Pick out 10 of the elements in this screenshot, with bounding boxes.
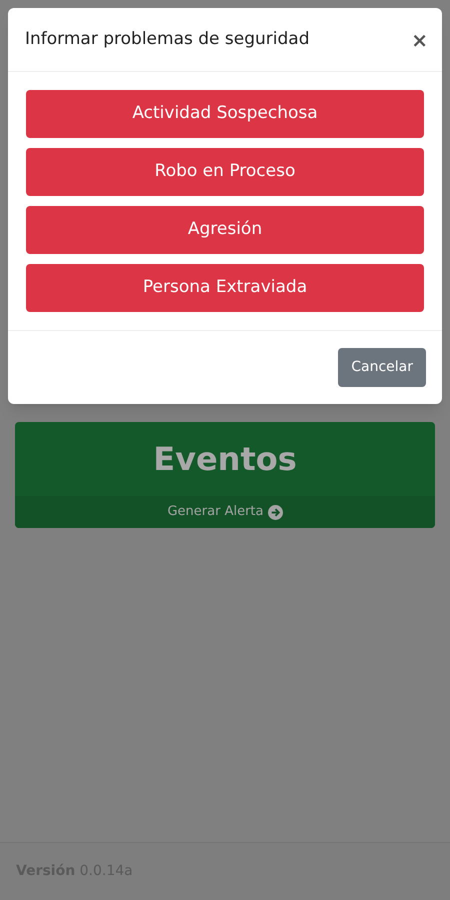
close-button[interactable]: × [411,30,428,50]
card-title: Eventos [153,439,297,480]
report-option-button[interactable]: Robo en Proceso [26,148,424,196]
report-option-button[interactable]: Persona Extraviada [26,264,424,312]
arrow-circle-icon [268,504,282,520]
report-option-button[interactable]: Agresión [26,206,424,254]
modal-title: Informar problemas de seguridad [25,28,310,51]
report-option-button[interactable]: Actividad Sospechosa [26,90,424,138]
generate-alert-link[interactable]: Generar Alerta [15,496,435,528]
cancel-button[interactable]: Cancelar [338,348,426,387]
